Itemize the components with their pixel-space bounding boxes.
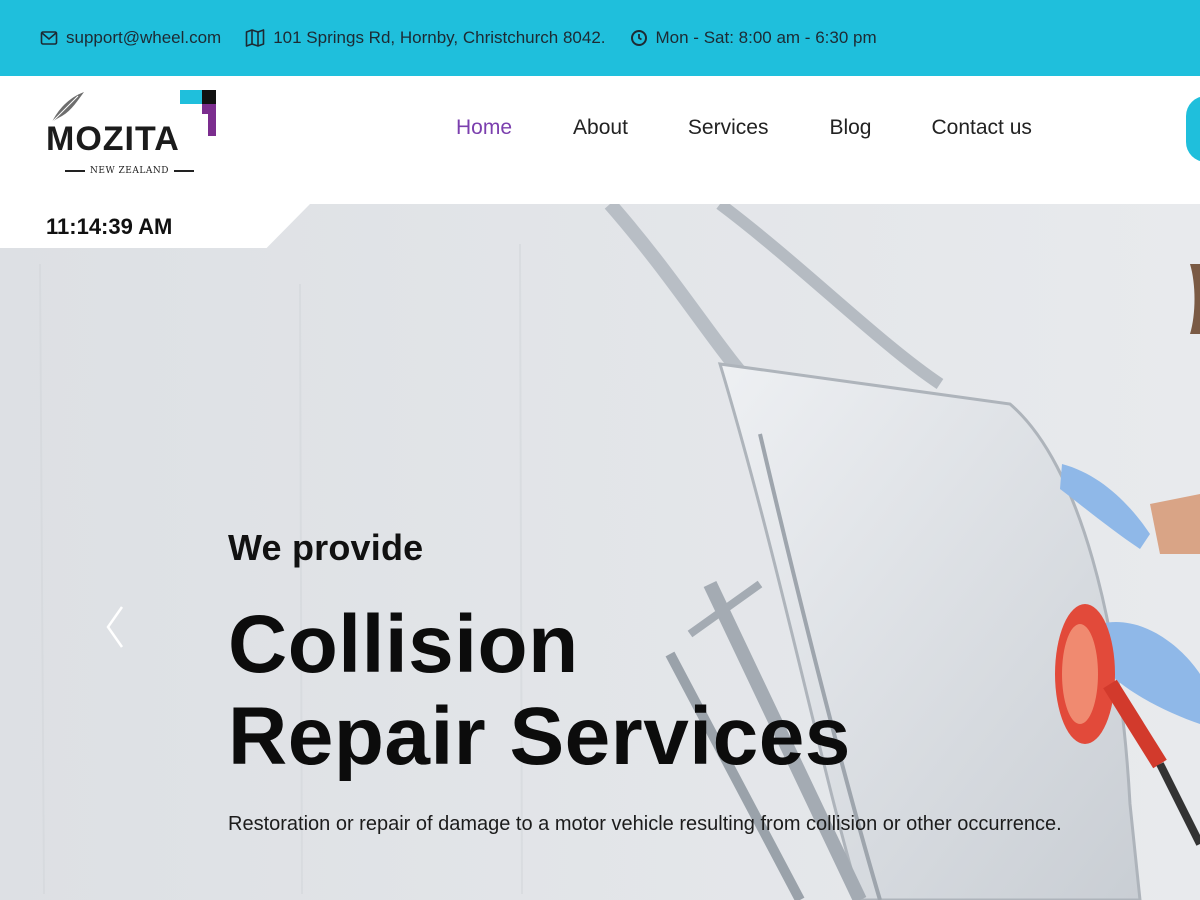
hero-text: We provide Collision Repair Services Res…: [228, 527, 1062, 836]
hero-headline: Collision Repair Services: [228, 599, 1062, 783]
hours-text: Mon - Sat: 8:00 am - 6:30 pm: [655, 28, 877, 47]
clock-time: 11:14:39 AM: [46, 214, 173, 239]
nav-item-about[interactable]: About: [573, 116, 628, 140]
logo-subtitle: NEW ZEALAND: [60, 166, 199, 176]
clock-icon: [630, 30, 647, 46]
nav-item-home[interactable]: Home: [456, 116, 512, 140]
map-icon: [245, 29, 265, 47]
hero-slider: We provide Collision Repair Services Res…: [0, 204, 1200, 900]
hero-headline-line2: Repair Services: [228, 691, 851, 782]
email-text[interactable]: support@wheel.com: [66, 28, 221, 48]
address-text: 101 Springs Rd, Hornby, Christchurch 804…: [273, 28, 606, 47]
address-item: 101 Springs Rd, Hornby, Christchurch 804…: [245, 28, 606, 48]
email-item[interactable]: support@wheel.com: [40, 28, 221, 48]
hero-description: Restoration or repair of damage to a mot…: [228, 813, 1062, 835]
chevron-left-icon[interactable]: [104, 605, 126, 649]
mail-icon: [40, 31, 58, 45]
nav-item-contact[interactable]: Contact us: [931, 116, 1031, 140]
hero-headline-line1: Collision: [228, 599, 579, 690]
feather-icon: [51, 92, 84, 123]
hours-item: Mon - Sat: 8:00 am - 6:30 pm: [630, 28, 877, 48]
live-clock: 11:14:39 AM: [0, 204, 310, 248]
nav-item-blog[interactable]: Blog: [829, 116, 871, 140]
logo-wordmark: MOZITA: [46, 120, 180, 158]
logo-blocks-icon: [180, 90, 216, 136]
hero-eyebrow: We provide: [228, 527, 424, 568]
site-header: MOZITA NEW ZEALAND Home About Services B…: [0, 76, 1200, 204]
nav-item-services[interactable]: Services: [688, 116, 769, 140]
main-nav: Home About Services Blog Contact us: [456, 116, 1032, 140]
top-info-bar: support@wheel.com 101 Springs Rd, Hornby…: [0, 0, 1200, 76]
header-cta-button[interactable]: [1186, 96, 1200, 162]
logo[interactable]: MOZITA NEW ZEALAND: [44, 90, 222, 176]
